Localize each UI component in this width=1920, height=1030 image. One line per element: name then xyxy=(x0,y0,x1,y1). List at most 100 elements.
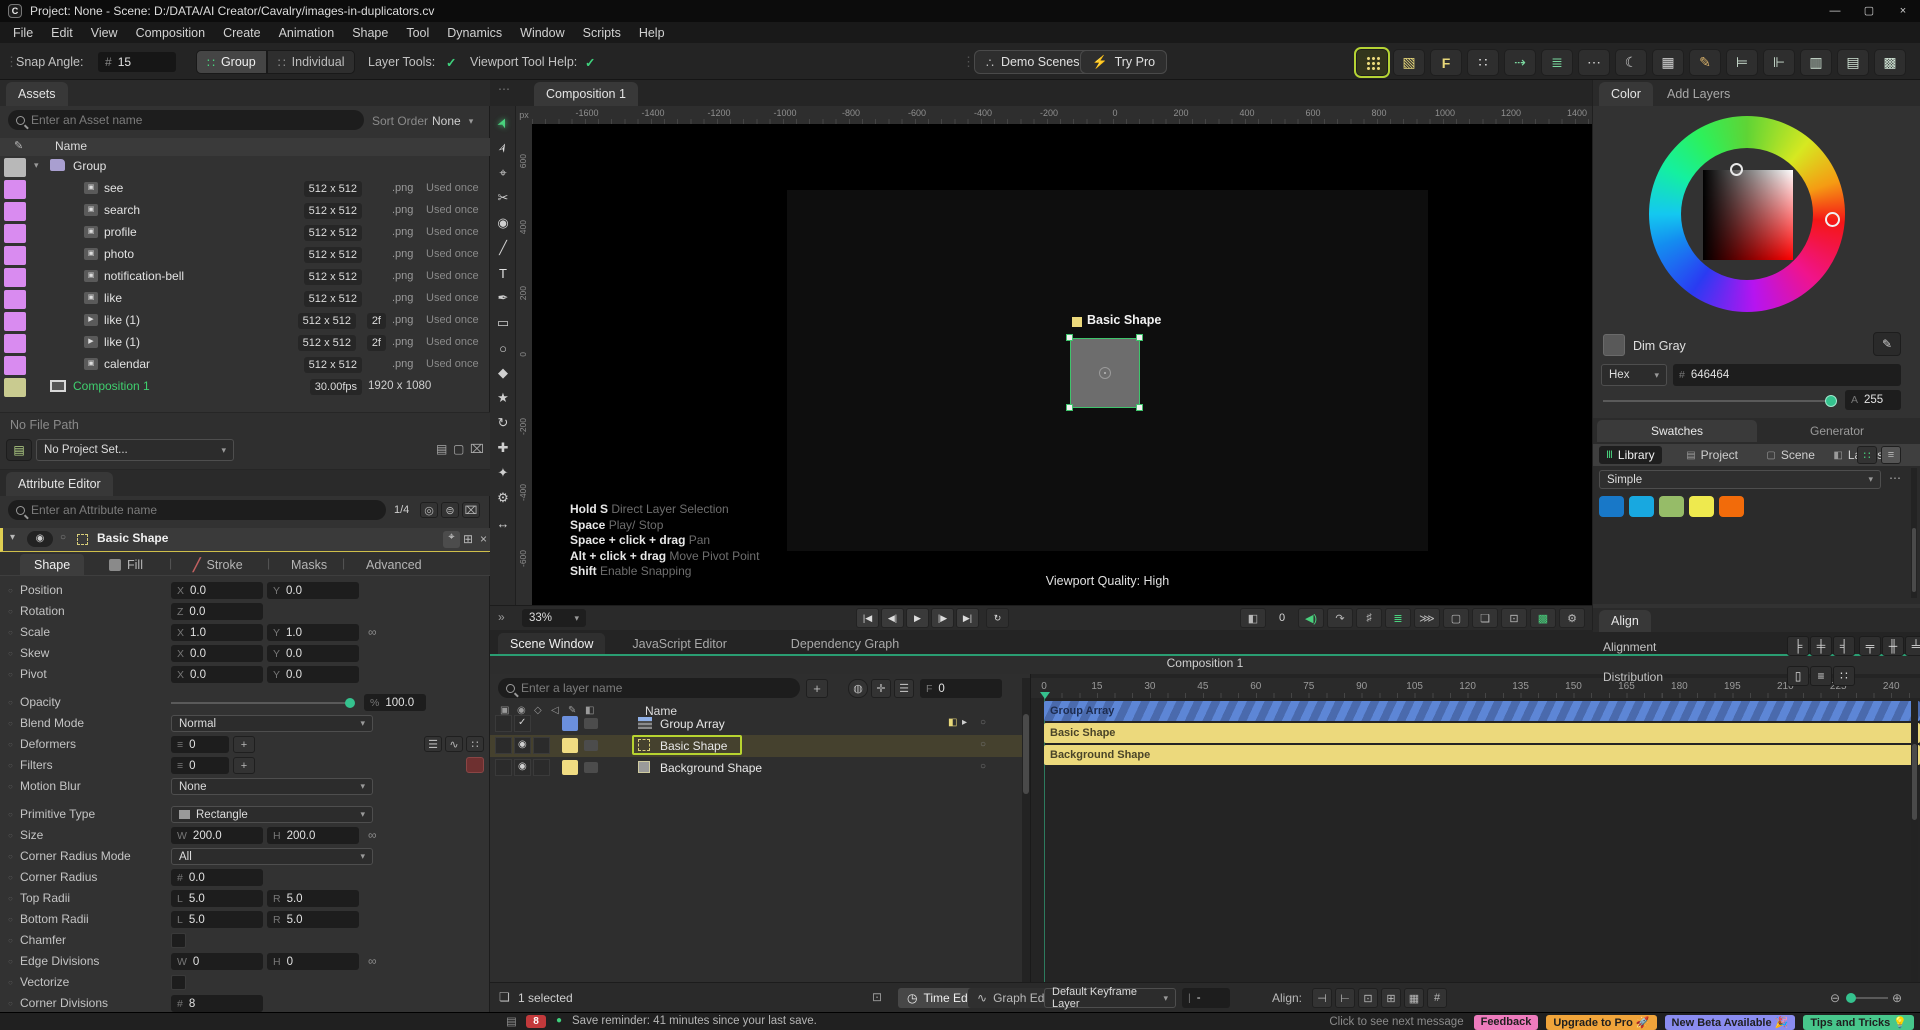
timeline-area[interactable]: 0153045607590105120135150165180195210225… xyxy=(1030,674,1920,982)
forge-icon[interactable]: F xyxy=(1430,49,1462,76)
asset-row[interactable]: ▣profile512 x 512.pngUsed once xyxy=(0,222,490,244)
tab-align[interactable]: Align xyxy=(1599,610,1651,632)
layer-tools-check-icon[interactable]: ✓ xyxy=(446,55,456,70)
filter-color-swatch[interactable] xyxy=(466,757,484,773)
zoom-out-icon[interactable]: ⊖ xyxy=(1830,991,1840,1005)
group-mode-button[interactable]: ∷Group xyxy=(196,50,267,74)
panel-menu-icon[interactable]: ⋯ xyxy=(498,82,510,96)
footer-align-icon-2[interactable]: ⊡ xyxy=(1358,988,1378,1008)
filter-attribute-icon[interactable]: ⊜ xyxy=(441,502,459,518)
sparkle-tool[interactable]: ✦ xyxy=(490,462,516,484)
tool-settings[interactable]: ⚙ xyxy=(490,487,516,509)
hex-value-field[interactable]: #646464 xyxy=(1673,364,1901,386)
text-tool[interactable]: T xyxy=(490,262,516,284)
asset-row[interactable]: ▶like (1)512 x 5122f.pngUsed once xyxy=(0,310,490,332)
align-h-icon-2[interactable]: ╡ xyxy=(1833,636,1855,656)
duplicator-icon[interactable] xyxy=(1356,49,1388,76)
swatches-scrollbar[interactable] xyxy=(1911,468,1917,598)
sort-order-dropdown[interactable]: None▾ xyxy=(432,112,484,130)
opacity-value-field[interactable]: %100.0 xyxy=(364,694,426,711)
asset-color-swatch[interactable] xyxy=(4,180,26,199)
menu-view[interactable]: View xyxy=(82,26,127,40)
menu-shape[interactable]: Shape xyxy=(343,26,397,40)
checkbox[interactable] xyxy=(171,933,186,948)
saturation-value-square[interactable] xyxy=(1703,170,1793,260)
value-field[interactable]: W0 xyxy=(171,953,263,970)
attribute-dropdown[interactable]: Rectangle▾ xyxy=(171,806,373,823)
rotate-tool[interactable]: ↻ xyxy=(490,412,516,434)
guides-icon[interactable]: ≣ xyxy=(1385,608,1411,628)
attribute-tab-masks[interactable]: Masks xyxy=(277,554,341,575)
asset-color-swatch[interactable] xyxy=(4,268,26,287)
menu-scripts[interactable]: Scripts xyxy=(574,26,630,40)
library-tab-library[interactable]: ⅢLibrary xyxy=(1599,446,1662,464)
menu-animation[interactable]: Animation xyxy=(270,26,344,40)
layer-tag-icon[interactable] xyxy=(584,762,598,773)
value-field[interactable]: H0 xyxy=(267,953,359,970)
spreadsheet-icon[interactable]: ▦ xyxy=(1652,49,1684,76)
tab-assets[interactable]: Assets xyxy=(6,82,68,106)
expand-chevron-icon[interactable]: ▾ xyxy=(34,160,39,171)
tab-composition-1[interactable]: Composition 1 xyxy=(534,82,638,106)
filter-settings-icon[interactable]: ☰ xyxy=(894,679,914,698)
align-left-icon[interactable]: ⊨ xyxy=(1726,49,1758,76)
opacity-slider[interactable] xyxy=(171,702,351,704)
zoom-in-icon[interactable]: ⊕ xyxy=(1892,991,1902,1005)
timeline-zoom-thumb[interactable] xyxy=(1846,993,1856,1003)
asset-color-swatch[interactable] xyxy=(4,312,26,331)
duplicate-view-icon[interactable]: ⊡ xyxy=(1501,608,1527,628)
split-view-icon[interactable]: ⊞ xyxy=(463,532,473,546)
bounds-icon[interactable]: ▢ xyxy=(1443,608,1469,628)
keyframe-dot-icon[interactable]: ○ xyxy=(8,873,13,882)
frame-filter-field[interactable]: F0 xyxy=(920,679,1002,698)
audio-icon[interactable]: ◀) xyxy=(1298,608,1324,628)
pen-tool[interactable]: ✒ xyxy=(490,287,516,309)
tab-generator[interactable]: Generator xyxy=(1757,420,1917,442)
keyframe-dot-icon[interactable]: ○ xyxy=(8,810,13,819)
columns-icon[interactable]: ▥ xyxy=(1800,49,1832,76)
color-mode-dropdown[interactable]: Hex▾ xyxy=(1601,364,1667,386)
tab-dependency-graph[interactable]: Dependency Graph xyxy=(779,633,911,654)
message-count-badge[interactable]: 8 xyxy=(526,1015,546,1028)
asset-color-swatch[interactable] xyxy=(4,202,26,221)
render-toggle-icon[interactable]: ○ xyxy=(980,761,986,772)
layer-search-input[interactable] xyxy=(498,678,800,698)
handle-bottom-right[interactable] xyxy=(1136,404,1143,411)
library-tab-project[interactable]: ▤Project xyxy=(1679,446,1745,464)
value-field[interactable]: Y0.0 xyxy=(267,582,359,599)
demo-scenes-button[interactable]: ∴ Demo Scenes xyxy=(974,50,1091,74)
viewport-canvas[interactable]: Basic Shape Hold S Direct Layer Selectio… xyxy=(532,124,1592,605)
keyframe-dot-icon[interactable]: ○ xyxy=(8,978,13,987)
asset-color-swatch[interactable] xyxy=(4,224,26,243)
deformer-tool-icon[interactable]: ∿ xyxy=(445,736,463,752)
timeline-scrollbar[interactable] xyxy=(1911,700,1918,1000)
collapse-chevron-icon[interactable]: ▾ xyxy=(10,532,15,543)
asset-row[interactable]: ▶like (1)512 x 5122f.pngUsed once xyxy=(0,332,490,354)
close-button[interactable]: × xyxy=(1886,0,1920,22)
current-color-swatch[interactable] xyxy=(1603,334,1625,356)
maximize-button[interactable]: ▢ xyxy=(1852,0,1886,22)
loop-button[interactable]: ↻ xyxy=(986,608,1009,628)
asset-row[interactable]: ▣photo512 x 512.pngUsed once xyxy=(0,244,490,266)
eye-icon[interactable]: ◉ xyxy=(518,739,527,750)
footer-align-icon-3[interactable]: ⊞ xyxy=(1381,988,1401,1008)
tab-add-layers[interactable]: Add Layers xyxy=(1655,82,1742,106)
tab-javascript-editor[interactable]: JavaScript Editor xyxy=(620,633,738,654)
render-toggle-icon[interactable]: ○ xyxy=(980,739,986,750)
swatch-group-dropdown[interactable]: Simple▾ xyxy=(1599,470,1881,489)
snap-angle-field[interactable]: # 15 xyxy=(98,52,176,72)
next-frame-button[interactable]: |▶ xyxy=(931,608,954,628)
add-point-tool[interactable]: ✚ xyxy=(490,437,516,459)
attribute-dropdown[interactable]: Normal▾ xyxy=(171,715,373,732)
value-field[interactable]: X0.0 xyxy=(171,582,263,599)
asset-row[interactable]: ▣notification-bell512 x 512.pngUsed once xyxy=(0,266,490,288)
star-tool[interactable]: ★ xyxy=(490,387,516,409)
add-button[interactable]: + xyxy=(233,736,255,753)
count-field[interactable]: ≡0 xyxy=(171,757,229,774)
keyframe-dot-icon[interactable]: ○ xyxy=(8,782,13,791)
menu-file[interactable]: File xyxy=(4,26,42,40)
onion-skin-icon[interactable]: ◧ xyxy=(1240,608,1266,628)
alpha-value-field[interactable]: A255 xyxy=(1845,390,1901,410)
menu-create[interactable]: Create xyxy=(214,26,270,40)
polygon-tool[interactable]: ◆ xyxy=(490,362,516,384)
